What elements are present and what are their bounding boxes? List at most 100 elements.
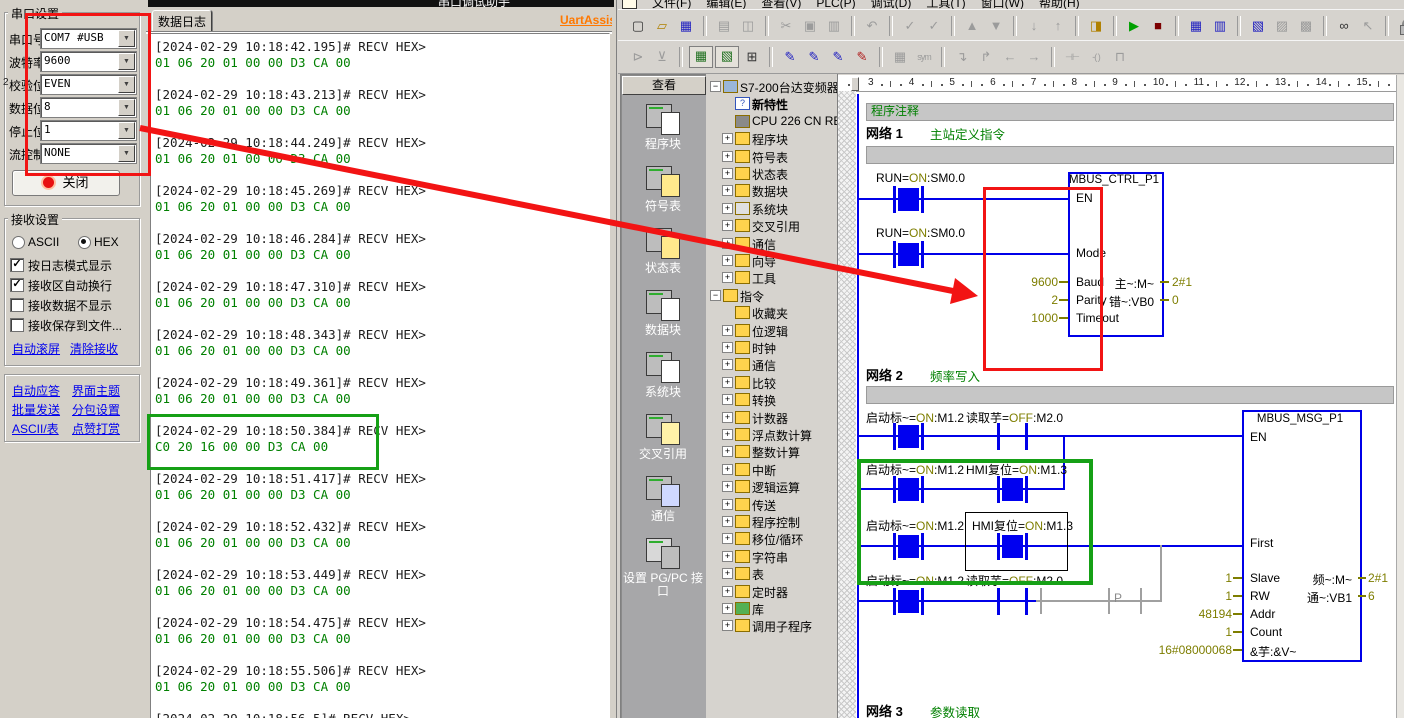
read-flag-contact[interactable] (1025, 588, 1028, 615)
nav-program-block[interactable]: 程序块 (621, 103, 705, 151)
undo-icon[interactable]: ↶ (861, 16, 883, 36)
upload-icon[interactable]: ▲ (961, 16, 983, 36)
tree-item-S7-200台达变频器[interactable]: −S7-200台达变频器 (706, 78, 837, 95)
insert-network-icon[interactable]: ✎ (779, 47, 801, 67)
options-window-icon[interactable]: ◨ (1085, 16, 1107, 36)
sort-descending-icon[interactable]: ↑ (1047, 16, 1069, 36)
expand-icon[interactable]: + (722, 203, 733, 214)
sym-addressing-icon[interactable]: sym (913, 47, 935, 67)
expand-icon[interactable]: + (722, 394, 733, 405)
tree-item-逻辑运算[interactable]: +逻辑运算 (706, 478, 837, 495)
menu-item-6[interactable]: 窗口(W) (981, 0, 1024, 9)
expand-icon[interactable]: + (722, 377, 733, 388)
sort-ascending-icon[interactable]: ↓ (1023, 16, 1045, 36)
print-icon[interactable]: ▤ (713, 16, 735, 36)
menu-item-4[interactable]: 调试(D) (871, 0, 912, 9)
touch-pointer-icon[interactable]: ↖ (1357, 16, 1379, 36)
new-file-icon[interactable]: ▢ (627, 16, 649, 36)
bookmark-glasses-icon[interactable]: ∞ (1333, 16, 1355, 36)
clear-receive-link[interactable]: 清除接收 (70, 340, 118, 357)
program-status-icon[interactable]: ▦ (1185, 16, 1207, 36)
network-2-comment-bar[interactable] (866, 386, 1394, 404)
lock-icon[interactable] (1395, 16, 1404, 36)
nav-communications[interactable]: 通信 (621, 475, 705, 523)
tree-item-转换[interactable]: +转换 (706, 391, 837, 408)
tree-item-程序控制[interactable]: +程序控制 (706, 513, 837, 530)
tool-link-ASCII/表[interactable]: ASCII/表 (12, 420, 59, 437)
line-right-icon[interactable]: → (1023, 47, 1045, 67)
tree-item-比较[interactable]: +比较 (706, 374, 837, 391)
expand-icon[interactable]: + (722, 151, 733, 162)
program-comment-bar[interactable]: 程序注释 (866, 103, 1394, 121)
tree-item-字符串[interactable]: +字符串 (706, 548, 837, 565)
tree-item-交叉引用[interactable]: +交叉引用 (706, 217, 837, 234)
view-nav-header[interactable]: 查看 (622, 76, 706, 95)
tree-item-通信[interactable]: +通信 (706, 235, 837, 252)
print-preview-icon[interactable]: ◫ (737, 16, 759, 36)
expand-icon[interactable]: + (722, 568, 733, 579)
box-element-icon[interactable]: ⊓ (1109, 47, 1131, 67)
up-branch-icon[interactable]: ↱ (975, 47, 997, 67)
nav-cross-reference[interactable]: 交叉引用 (621, 413, 705, 461)
expand-icon[interactable]: + (722, 359, 733, 370)
paste-icon[interactable]: ▥ (823, 16, 845, 36)
run-contact[interactable] (921, 186, 924, 213)
single-read-icon[interactable]: ▩ (1295, 16, 1317, 36)
ladder-scrollbar[interactable] (1396, 75, 1404, 718)
radio-label[interactable]: HEX (94, 235, 119, 249)
expand-icon[interactable]: + (722, 185, 733, 196)
tree-item-浮点数计算[interactable]: +浮点数计算 (706, 426, 837, 443)
checkbox-2[interactable] (10, 298, 24, 312)
menu-item-1[interactable]: 编辑(E) (706, 0, 746, 9)
expand-icon[interactable]: + (722, 481, 733, 492)
nav-set-pgpc-interface[interactable]: 设置 PG/PC 接口 (621, 537, 705, 598)
collapse-icon[interactable]: − (710, 290, 721, 301)
contact-element-icon[interactable]: ⊣⊢ (1061, 47, 1083, 67)
tool-link-批量发送[interactable]: 批量发送 (12, 401, 60, 418)
tool-link-自动应答[interactable]: 自动应答 (12, 382, 60, 399)
tree-item-新特性[interactable]: ?新特性 (706, 95, 837, 112)
tree-item-CPU 226 CN RE[interactable]: CPU 226 CN RE (706, 113, 837, 130)
edit-network-icon[interactable]: ✎ (803, 47, 825, 67)
compile-all-icon[interactable]: ✓ (923, 16, 945, 36)
expand-icon[interactable]: + (722, 220, 733, 231)
tree-item-指令[interactable]: −指令 (706, 287, 837, 304)
menu-item-7[interactable]: 帮助(H) (1039, 0, 1080, 9)
expand-icon[interactable]: + (722, 342, 733, 353)
tool-link-界面主题[interactable]: 界面主题 (72, 382, 120, 399)
expand-icon[interactable]: + (722, 533, 733, 544)
nav-symbol-table[interactable]: 符号表 (621, 165, 705, 213)
tool-link-点赞打赏[interactable]: 点赞打赏 (72, 420, 120, 437)
chart-status-icon[interactable]: ▧ (1247, 16, 1269, 36)
copy-icon[interactable]: ▣ (799, 16, 821, 36)
run-contact[interactable] (921, 241, 924, 268)
radio-ascii[interactable] (12, 236, 25, 249)
radio-label[interactable]: ASCII (28, 235, 59, 249)
tree-item-定时器[interactable]: +定时器 (706, 583, 837, 600)
checkbox-1[interactable]: ✓ (10, 278, 24, 292)
read-flag-contact[interactable] (997, 588, 1000, 615)
positive-edge-contact[interactable]: P (1114, 591, 1122, 605)
tree-item-数据块[interactable]: +数据块 (706, 182, 837, 199)
radio-hex[interactable] (78, 236, 91, 249)
start-flag-contact[interactable] (893, 588, 896, 615)
tree-item-状态表[interactable]: +状态表 (706, 165, 837, 182)
coil-element-icon[interactable]: -( ) (1085, 47, 1107, 67)
line-left-icon[interactable]: ← (999, 47, 1021, 67)
tree-item-收藏夹[interactable]: 收藏夹 (706, 304, 837, 321)
read-flag-contact[interactable] (1025, 423, 1028, 450)
save-all-icon[interactable]: ▦ (675, 16, 697, 36)
tree-item-位逻辑[interactable]: +位逻辑 (706, 322, 837, 339)
menu-item-5[interactable]: 工具(T) (926, 0, 965, 9)
download-icon[interactable]: ▼ (985, 16, 1007, 36)
uartassist-link[interactable]: UartAssist (560, 13, 612, 27)
step-coil-icon[interactable]: ⊻ (651, 47, 673, 67)
expand-icon[interactable]: + (722, 272, 733, 283)
run-contact[interactable] (893, 186, 896, 213)
tool-link-分包设置[interactable]: 分包设置 (72, 401, 120, 418)
expand-icon[interactable]: + (722, 446, 733, 457)
tree-item-系统块[interactable]: +系统块 (706, 200, 837, 217)
menu-item-3[interactable]: PLC(P) (816, 0, 855, 9)
pause-program-status-icon[interactable]: ▥ (1209, 16, 1231, 36)
start-flag-contact[interactable] (921, 423, 924, 450)
